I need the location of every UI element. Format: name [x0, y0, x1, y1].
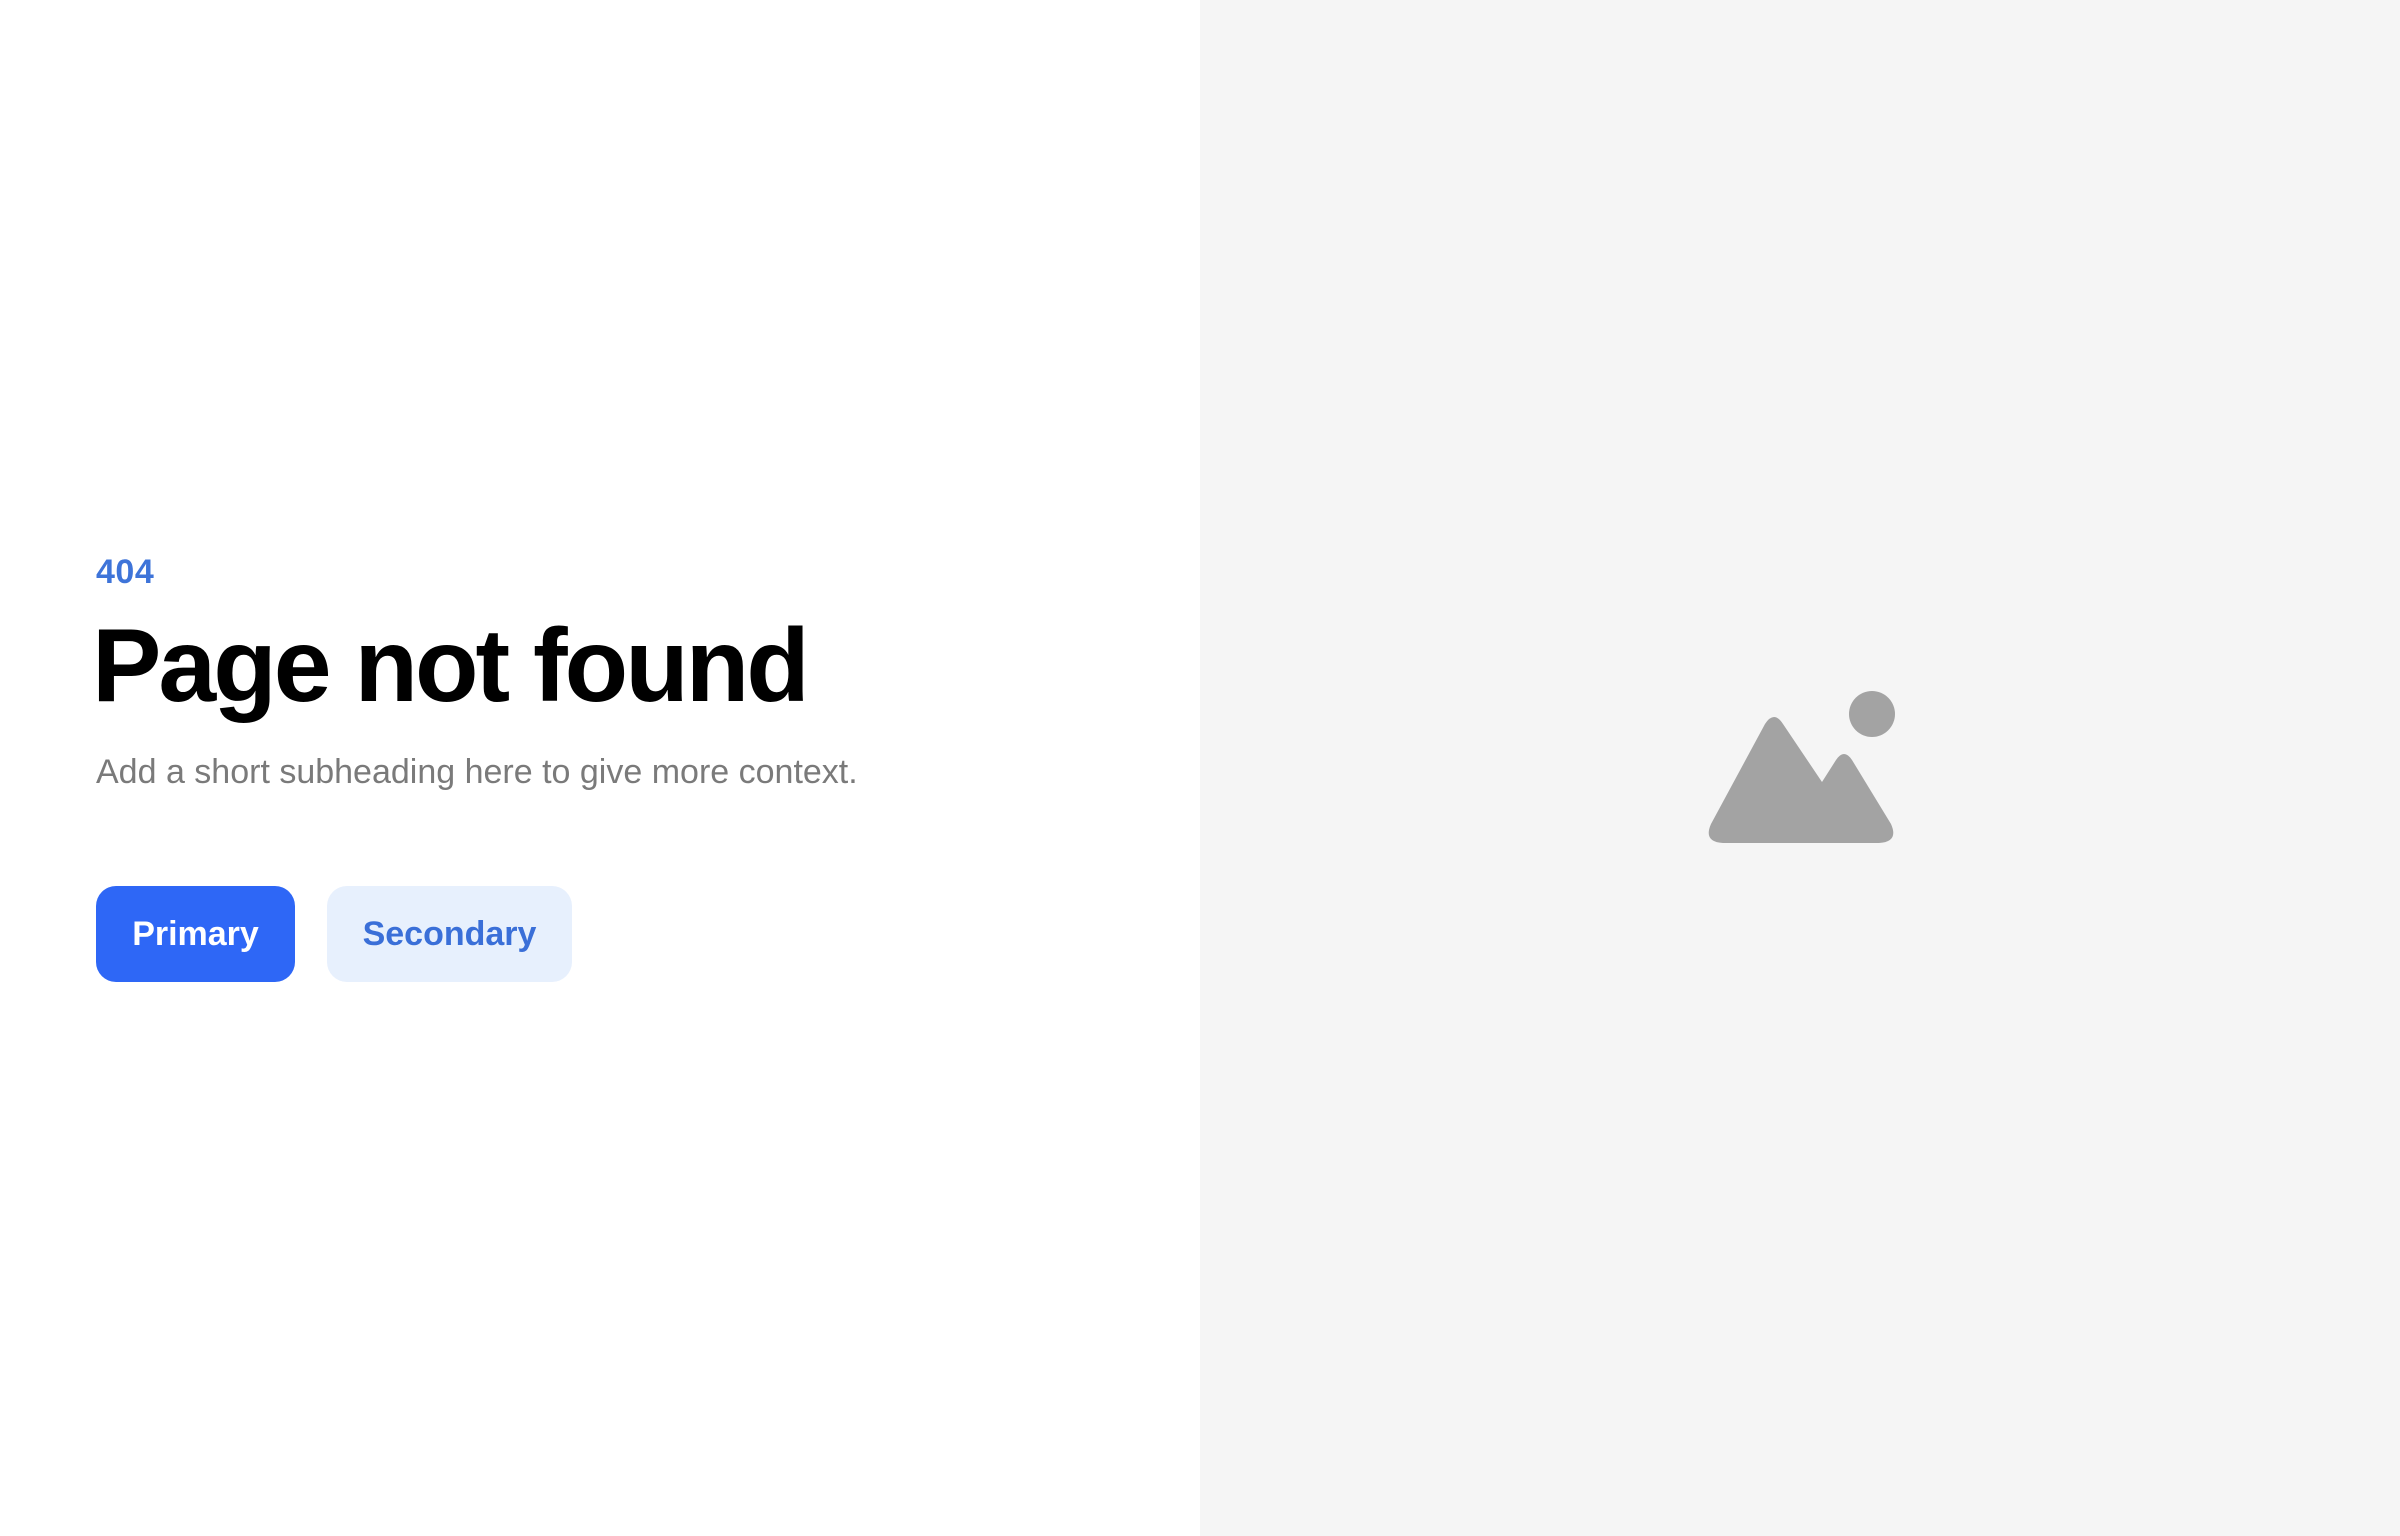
- image-placeholder-icon: [1708, 691, 1895, 843]
- illustration-pane: [1200, 0, 2400, 1536]
- primary-button[interactable]: Primary: [96, 886, 295, 982]
- error-content: 404 Page not found Add a short subheadin…: [92, 548, 1096, 982]
- page-title: Page not found: [92, 608, 810, 724]
- error-code: 404: [96, 553, 155, 591]
- secondary-button[interactable]: Secondary: [327, 886, 572, 982]
- action-buttons: Primary Secondary: [96, 886, 1096, 982]
- page-subheading: Add a short subheading here to give more…: [96, 753, 858, 791]
- sun-shape: [1849, 691, 1895, 737]
- not-found-page: 404 Page not found Add a short subheadin…: [0, 0, 2400, 1536]
- content-pane: 404 Page not found Add a short subheadin…: [0, 0, 1200, 1536]
